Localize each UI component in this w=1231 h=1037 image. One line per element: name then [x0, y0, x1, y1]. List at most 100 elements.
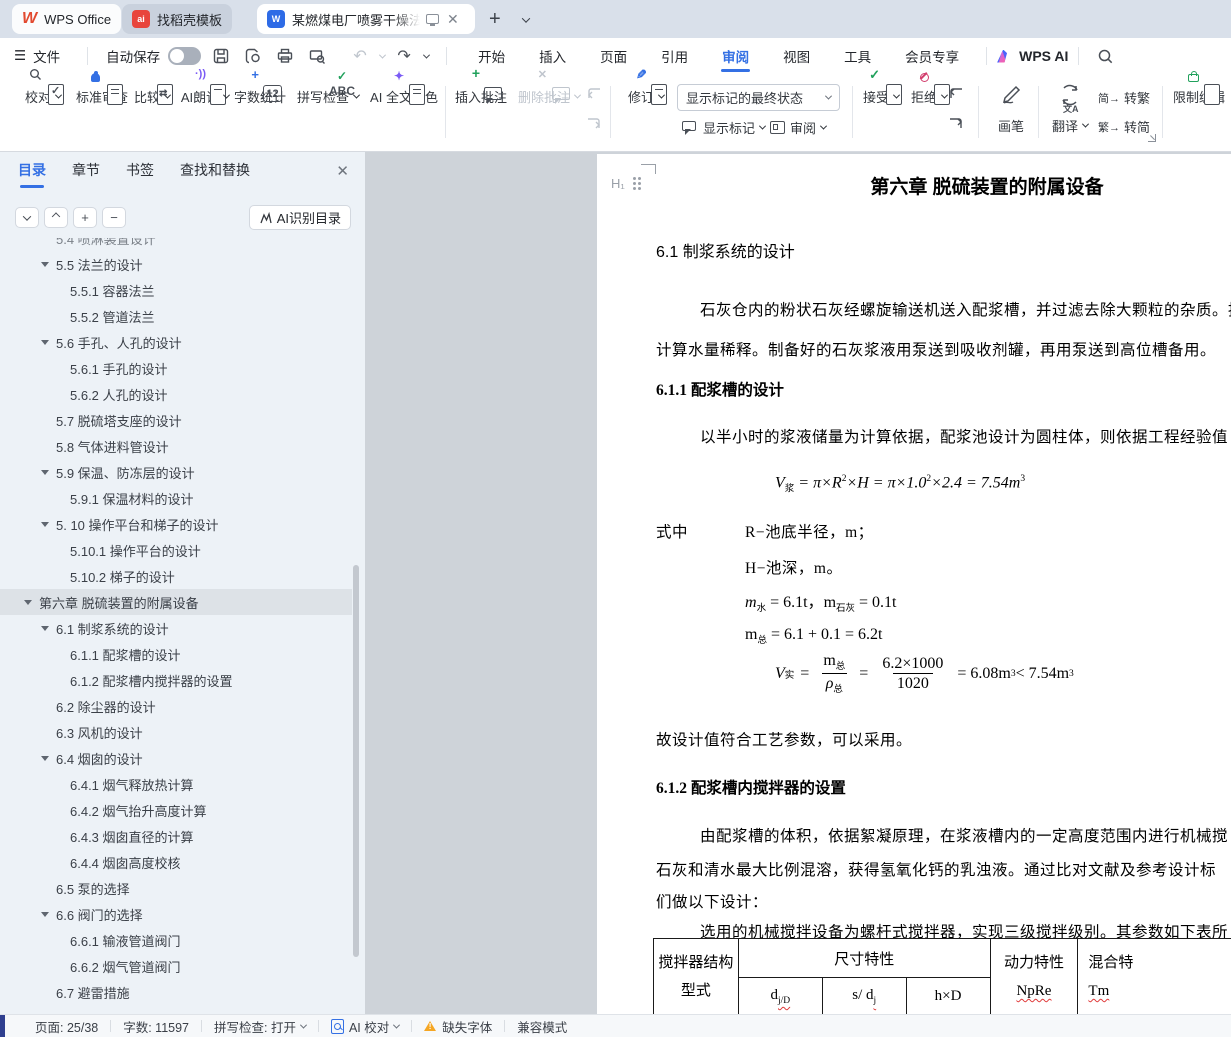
toc-item[interactable]: 5.9 保温、防冻层的设计 [0, 459, 352, 485]
toc-item[interactable]: 5.6 手孔、人孔的设计 [0, 329, 352, 355]
insert-comment-button[interactable]: + 插入批注 [451, 65, 511, 106]
collapse-arrow-icon[interactable] [41, 521, 49, 527]
page-indicator[interactable]: 页面: 25/38 [35, 1017, 98, 1036]
new-tab-button[interactable]: + [489, 8, 501, 30]
menu-tab-member[interactable]: 会员专享 [888, 38, 976, 74]
expand-down-button[interactable] [15, 207, 39, 228]
collapse-up-button[interactable] [44, 207, 68, 228]
accept-button[interactable]: ✓ 接受 [858, 67, 904, 106]
toc-item[interactable]: 5.10.2 梯子的设计 [0, 563, 352, 589]
zoom-in-outline-button[interactable]: + [73, 207, 97, 228]
print-preview-icon[interactable] [304, 43, 330, 69]
track-changes-button[interactable]: ✎ 修订 [620, 67, 672, 106]
menu-tab-insert[interactable]: 插入 [522, 38, 583, 74]
review-pane-button[interactable]: 审阅 [770, 118, 828, 137]
missing-font-warning[interactable]: 缺失字体 [424, 1017, 492, 1036]
collapse-arrow-icon[interactable] [41, 261, 49, 267]
screen-share-icon[interactable] [426, 14, 439, 26]
toc-item[interactable]: 6.4.3 烟囱直径的计算 [0, 823, 352, 849]
toc-item[interactable]: 5.4 喷淋装置设计 [0, 238, 352, 251]
toc-item[interactable]: 5.8 气体进料管设计 [0, 433, 352, 459]
close-sidebar-icon[interactable]: ✕ [336, 162, 349, 180]
zoom-out-outline-button[interactable]: − [102, 207, 126, 228]
restrict-edit-button[interactable]: 限制编辑 [1168, 71, 1230, 106]
redo-icon[interactable]: ↷ [391, 43, 417, 69]
document-page[interactable]: H₁ 第六章 脱硫装置的附属设备 6.1 制浆系统的设计 石灰仓内的粉状石灰经螺… [597, 154, 1231, 1014]
next-comment-icon[interactable] [585, 116, 603, 131]
reject-button[interactable]: 拒绝 [906, 72, 952, 106]
toc-item[interactable]: 5.5.2 管道法兰 [0, 303, 352, 329]
toc-item[interactable]: 5.10.1 操作平台的设计 [0, 537, 352, 563]
tab-wps-home[interactable]: W WPS Office [12, 4, 122, 34]
toc-item[interactable]: 6.6.1 输液管道阀门 [0, 927, 352, 953]
export-pdf-icon[interactable] [240, 43, 266, 69]
toc-item[interactable]: 6.4.4 烟囱高度校核 [0, 849, 352, 875]
to-simplified-button[interactable]: 繁→ 转简 [1098, 117, 1150, 136]
collapse-arrow-icon[interactable] [41, 911, 49, 917]
toc-item[interactable]: 6.1.2 配浆槽内搅拌器的设置 [0, 667, 352, 693]
sidebar-tab-find-replace[interactable]: 查找和替换 [180, 160, 250, 188]
save-icon[interactable] [208, 43, 234, 69]
sidebar-tab-bookmarks[interactable]: 书签 [126, 160, 154, 188]
next-change-icon[interactable] [947, 116, 965, 131]
autosave-toggle[interactable]: 自动保存 [98, 38, 205, 74]
toc-item[interactable]: 6.4 烟囱的设计 [0, 745, 352, 771]
close-tab-icon[interactable]: ✕ [447, 12, 459, 26]
toc-item[interactable]: 6.4.2 烟气抬升高度计算 [0, 797, 352, 823]
ai-proofread-status[interactable]: AI 校对 [330, 1017, 401, 1036]
word-count-indicator[interactable]: 字数: 11597 [123, 1017, 189, 1036]
show-markup-button[interactable]: 显示标记 [681, 118, 767, 137]
toc-item[interactable]: 6.3 风机的设计 [0, 719, 352, 745]
toc-item[interactable]: 6.6 阀门的选择 [0, 901, 352, 927]
ai-polish-button[interactable]: ✦ AI 全文润色 [358, 69, 450, 106]
print-icon[interactable] [272, 43, 298, 69]
toc-item[interactable]: 5.6.1 手孔的设计 [0, 355, 352, 381]
menu-tab-start[interactable]: 开始 [461, 38, 522, 74]
collapse-arrow-icon[interactable] [41, 625, 49, 631]
ai-recognize-toc-button[interactable]: AI识别目录 [248, 205, 351, 230]
translate-button[interactable]: 文A 翻译 [1046, 82, 1094, 135]
toc-item[interactable]: 6.2 除尘器的设计 [0, 693, 352, 719]
search-icon[interactable] [1092, 43, 1118, 69]
undo-dropdown-icon[interactable] [376, 43, 388, 69]
spell-check-button[interactable]: ABC ✓ 拼写检查 [292, 69, 364, 106]
toc-item[interactable]: 5.7 脱硫塔支座的设计 [0, 407, 352, 433]
toc-item[interactable]: 6.1 制浆系统的设计 [0, 615, 352, 641]
menu-tab-view[interactable]: 视图 [766, 38, 827, 74]
toggle-off-icon[interactable] [168, 47, 202, 65]
sidebar-tab-chapters[interactable]: 章节 [72, 160, 100, 188]
toc-item[interactable]: 6.4.1 烟气释放热计算 [0, 771, 352, 797]
previous-comment-icon[interactable] [585, 86, 603, 101]
tab-document-active[interactable]: W 某燃煤电厂喷雾干燥法脱硫系 ✕ [257, 4, 475, 34]
tab-templates[interactable]: ai 找稻壳模板 [122, 4, 233, 34]
collapse-arrow-icon[interactable] [24, 599, 32, 605]
toc-item[interactable]: 5.5.1 容器法兰 [0, 277, 352, 303]
proofread-button[interactable]: ✓ 校对 [14, 69, 72, 106]
sidebar-tab-contents[interactable]: 目录 [18, 160, 46, 188]
markup-state-select[interactable]: 显示标记的最终状态 [677, 84, 840, 111]
toc-item[interactable]: 6.6.2 烟气管道阀门 [0, 953, 352, 979]
collapse-arrow-icon[interactable] [41, 469, 49, 475]
menu-tab-reference[interactable]: 引用 [644, 38, 705, 74]
redo-dropdown-icon[interactable] [420, 43, 432, 69]
toc-item[interactable]: 6.1.1 配浆槽的设计 [0, 641, 352, 667]
toc-item[interactable]: 5.5 法兰的设计 [0, 251, 352, 277]
toc-item[interactable]: 5.9.1 保温材料的设计 [0, 485, 352, 511]
dialog-launcher-icon[interactable] [1148, 134, 1156, 142]
word-count-button[interactable]: 12 + 字数统计 [228, 67, 292, 106]
spellcheck-status[interactable]: 拼写检查: 打开 [214, 1017, 308, 1036]
undo-icon[interactable]: ↶ [347, 43, 373, 69]
toc-item[interactable]: 5.6.2 人孔的设计 [0, 381, 352, 407]
previous-change-icon[interactable] [947, 86, 965, 101]
toc-item[interactable]: 6.5 泵的选择 [0, 875, 352, 901]
sidebar-scrollbar[interactable] [353, 565, 359, 957]
menu-tab-review[interactable]: 审阅 [705, 38, 766, 74]
to-traditional-button[interactable]: 简→ 转繁 [1098, 88, 1150, 107]
toc-item[interactable]: 第六章 脱硫装置的附属设备 [0, 589, 352, 615]
toc-item[interactable]: 5. 10 操作平台和梯子的设计 [0, 511, 352, 537]
tab-list-dropdown[interactable] [518, 6, 531, 28]
collapse-arrow-icon[interactable] [41, 755, 49, 761]
menu-tab-page[interactable]: 页面 [583, 38, 644, 74]
pen-button[interactable]: 画笔 [988, 82, 1034, 135]
collapse-arrow-icon[interactable] [41, 339, 49, 345]
